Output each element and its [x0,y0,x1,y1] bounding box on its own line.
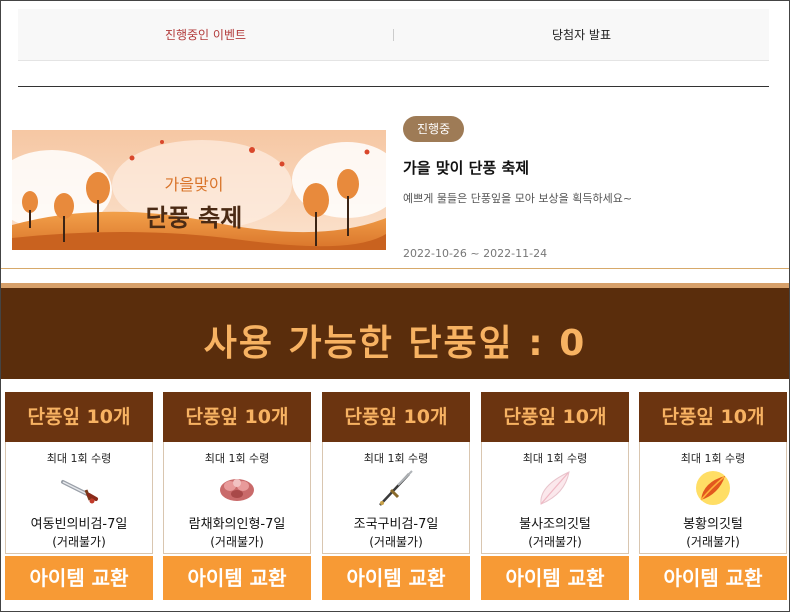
item-name: 봉황의깃털 [683,517,743,532]
exchange-card: 단풍잎 10개 최대 1회 수령 조국구비검-7일 (거래불가) 아이템 교환 [322,392,470,600]
card-body: 최대 1회 수령 조국구비검-7일 (거래불가) [322,442,470,554]
section-divider-gold [1,268,789,269]
card-limit: 최대 1회 수령 [522,452,588,465]
card-limit: 최대 1회 수령 [204,452,270,465]
exchange-card: 단풍잎 10개 최대 1회 수령 불사조의깃털 (거래불가) 아이템 교환 [481,392,629,600]
item-trade-note: (거래불가) [686,535,740,549]
item-trade-note: (거래불가) [210,535,264,549]
doll-icon [217,468,257,508]
available-leaves-panel: 사용 가능한 단풍잎 : 0 [1,283,789,379]
banner-line1: 가을맞이 [165,175,224,194]
exchange-card: 단풍잎 10개 최대 1회 수령 람채화의인형-7일 (거래불가) 아이템 교환 [163,392,311,600]
tab-winners[interactable]: 당첨자 발표 [394,26,769,43]
banner-line2: 단풍 축제 [146,204,243,232]
sword-icon [59,468,99,508]
exchange-button[interactable]: 아이템 교환 [5,556,153,600]
card-limit: 최대 1회 수령 [363,452,429,465]
event-banner[interactable]: 가을맞이 단풍 축제 [12,130,386,250]
exchange-button[interactable]: 아이템 교환 [639,556,787,600]
event-title[interactable]: 가을 맞이 단풍 축제 [403,157,529,178]
event-description: 예쁘게 물들은 단풍잎을 모아 보상을 획득하세요~ [403,192,633,205]
item-name: 여동빈의비검-7일 [30,517,128,532]
tab-bar: 진행중인 이벤트 당첨자 발표 [18,9,769,61]
exchange-button[interactable]: 아이템 교환 [481,556,629,600]
item-trade-note: (거래불가) [528,535,582,549]
item-name: 불사조의깃털 [519,517,591,532]
card-limit: 최대 1회 수령 [46,452,112,465]
event-period: 2022-10-26 ~ 2022-11-24 [403,247,548,260]
card-body: 최대 1회 수령 여동빈의비검-7일 (거래불가) [5,442,153,554]
card-body: 최대 1회 수령 람채화의인형-7일 (거래불가) [163,442,311,554]
card-cost: 단풍잎 10개 [163,392,311,442]
white-feather-icon [535,468,575,508]
exchange-card: 단풍잎 10개 최대 1회 수령 봉황의깃털 (거래불가) 아이템 교환 [639,392,787,600]
card-cost: 단풍잎 10개 [639,392,787,442]
card-cost: 단풍잎 10개 [5,392,153,442]
exchange-button[interactable]: 아이템 교환 [322,556,470,600]
section-divider [18,86,769,87]
card-body: 최대 1회 수령 봉황의깃털 (거래불가) [639,442,787,554]
card-cost: 단풍잎 10개 [322,392,470,442]
status-badge: 진행중 [403,116,465,142]
card-limit: 최대 1회 수령 [680,452,746,465]
exchange-card: 단풍잎 10개 최대 1회 수령 여동빈의비검-7일 (거래불가) 아이템 교환 [5,392,153,600]
exchange-cards: 단풍잎 10개 최대 1회 수령 여동빈의비검-7일 (거래불가) 아이템 교환… [5,392,787,602]
exchange-button[interactable]: 아이템 교환 [163,556,311,600]
card-body: 최대 1회 수령 불사조의깃털 (거래불가) [481,442,629,554]
item-trade-note: (거래불가) [52,535,106,549]
autumn-banner-image: 가을맞이 단풍 축제 [12,130,386,250]
card-cost: 단풍잎 10개 [481,392,629,442]
fire-feather-icon [693,468,733,508]
tab-ongoing-events[interactable]: 진행중인 이벤트 [18,26,393,43]
item-name: 조국구비검-7일 [353,517,439,532]
item-trade-note: (거래불가) [369,535,423,549]
available-leaves-count: 사용 가능한 단풍잎 : 0 [203,323,587,364]
item-name: 람채화의인형-7일 [188,517,286,532]
dagger-icon [376,468,416,508]
